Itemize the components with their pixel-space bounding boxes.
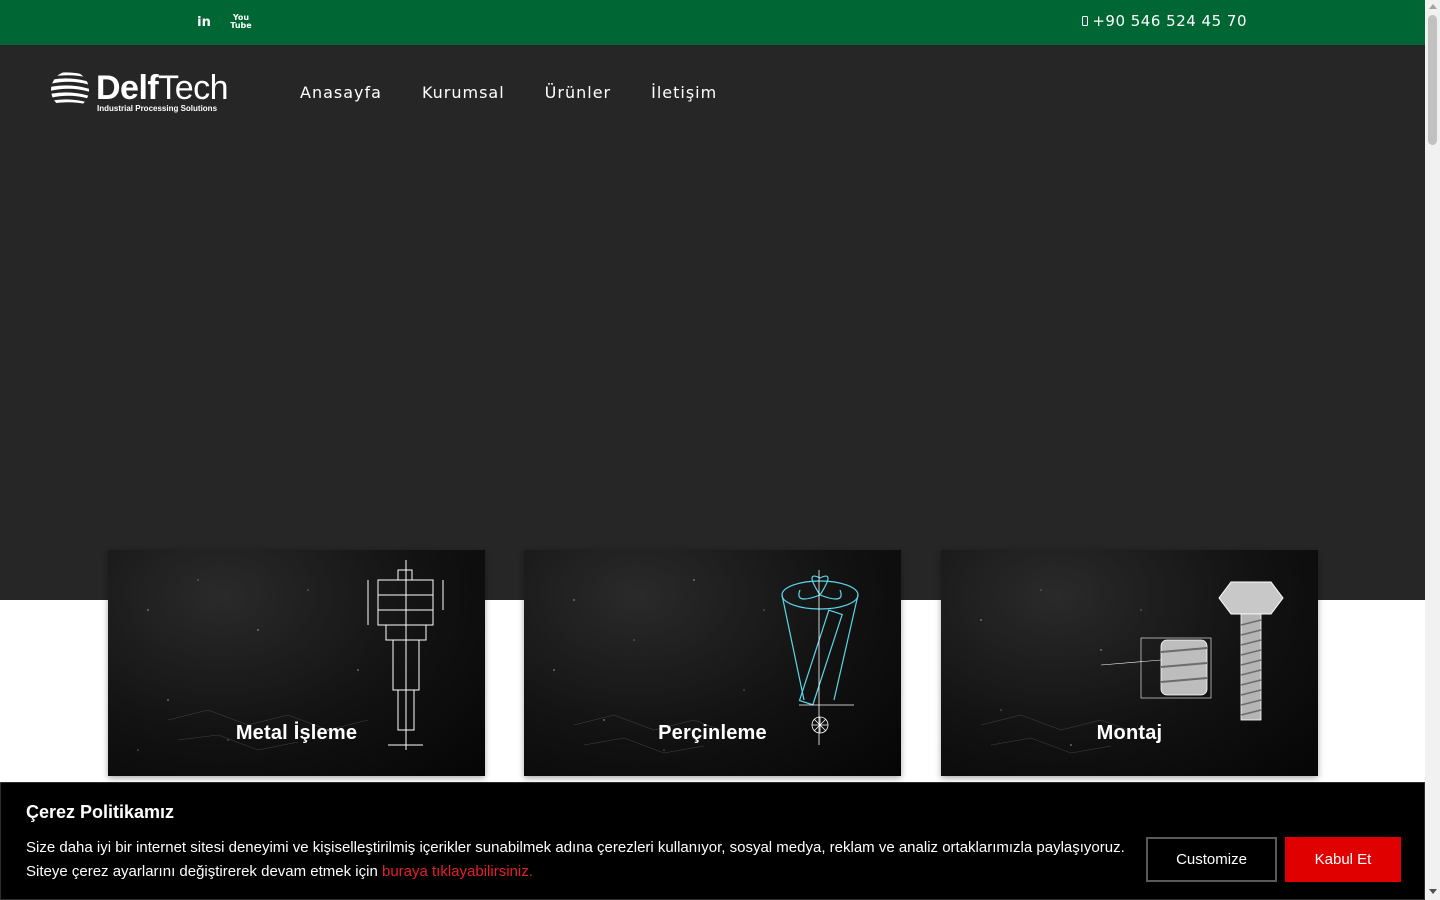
nav-item-kurumsal[interactable]: Kurumsal	[422, 83, 505, 102]
globe-logo-icon	[51, 72, 89, 105]
nav-item-urunler[interactable]: Ürünler	[545, 83, 611, 102]
cookie-text: Size daha iyi bir internet sitesi deneyi…	[26, 836, 1136, 884]
cookie-title: Çerez Politikamız	[26, 802, 175, 822]
cookie-banner: Çerez Politikamız Size daha iyi bir inte…	[0, 782, 1425, 900]
phone-number[interactable]: +90 546 524 45 70	[1082, 12, 1247, 30]
scroll-up-arrow-icon[interactable]	[1429, 4, 1437, 9]
accept-cookies-button[interactable]: Kabul Et	[1285, 837, 1401, 882]
scroll-thumb[interactable]	[1428, 15, 1437, 145]
cookie-body: Size daha iyi bir internet sitesi deneyi…	[26, 839, 1125, 880]
logo-tagline: Industrial Processing Solutions	[97, 104, 218, 113]
youtube-icon[interactable]: You Tube	[230, 13, 251, 31]
logo-wordmark: DelfTech	[96, 69, 229, 107]
cookie-settings-link[interactable]: buraya tıklayabilirsiniz.	[382, 863, 533, 880]
card-percinleme[interactable]: Perçinleme	[524, 550, 901, 776]
phone-text: +90 546 524 45 70	[1092, 12, 1247, 30]
main-nav: Anasayfa Kurumsal Ürünler İletişim	[300, 83, 757, 102]
mobile-phone-icon	[1082, 16, 1089, 26]
page-scrollbar[interactable]	[1425, 0, 1440, 900]
card-metal-isleme[interactable]: Metal İşleme	[108, 550, 485, 776]
header-hero: DelfTech Industrial Processing Solutions…	[0, 45, 1425, 600]
card-montaj[interactable]: Montaj	[941, 550, 1318, 776]
card-title: Perçinleme	[658, 722, 767, 744]
customize-button[interactable]: Customize	[1146, 837, 1277, 882]
page: in You Tube +90 546 524 45 70 DelfTech I…	[0, 0, 1440, 900]
top-bar: in You Tube +90 546 524 45 70	[0, 0, 1425, 45]
nav-item-iletisim[interactable]: İletişim	[651, 83, 717, 102]
nav-item-anasayfa[interactable]: Anasayfa	[300, 83, 382, 102]
delftech-logo[interactable]: DelfTech Industrial Processing Solutions	[50, 69, 265, 116]
scroll-down-arrow-icon[interactable]	[1429, 889, 1437, 894]
linkedin-icon[interactable]: in	[196, 13, 212, 31]
card-title: Metal İşleme	[235, 722, 358, 744]
card-title: Montaj	[1096, 722, 1163, 744]
